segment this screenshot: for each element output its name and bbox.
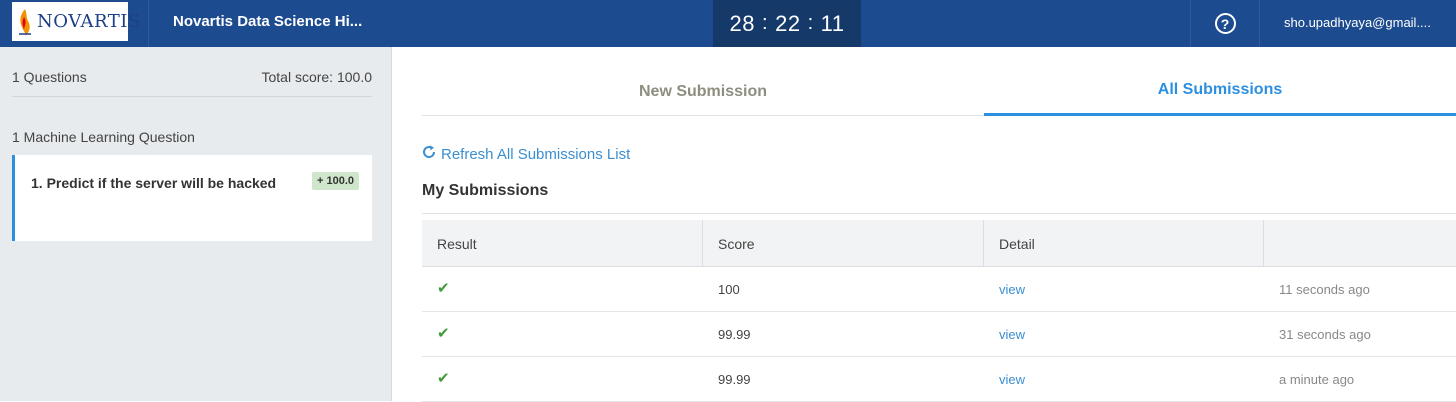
section-title: My Submissions [422, 182, 549, 199]
score-badge: + 100.0 [312, 172, 360, 190]
contest-title[interactable]: Novartis Data Science Hi... [173, 13, 362, 30]
timer-separator: : [807, 12, 814, 34]
table-header: Result Score Detail [422, 220, 1456, 267]
question-count: 1 Questions [12, 69, 87, 85]
sidebar-divider [12, 96, 372, 97]
table-row: ✔ 99.99 view 31 seconds ago [422, 312, 1456, 357]
logo-text: NOVARTIS [37, 11, 141, 32]
timer-minutes: 22 [775, 10, 801, 36]
checkmark-icon: ✔ [437, 324, 450, 342]
timer-seconds: 11 [820, 10, 845, 36]
flame-icon [16, 7, 34, 37]
detail-cell: view [984, 267, 1264, 312]
section-divider [422, 213, 1456, 214]
timer-hours: 28 [729, 10, 756, 36]
question-title: 1. Predict if the server will be hacked [31, 175, 277, 191]
detail-cell: view [984, 312, 1264, 357]
time-cell: a minute ago [1279, 372, 1355, 387]
score-cell: 99.99 [718, 327, 751, 342]
score-cell: 99.99 [718, 372, 751, 387]
result-cell: ✔ [422, 267, 703, 312]
column-header-time [1264, 220, 1456, 267]
tab-new-submission[interactable]: New Submission [422, 68, 984, 116]
submission-tabs: New Submission All Submissions [422, 68, 1456, 116]
column-header-detail: Detail [984, 220, 1264, 267]
score-cell: 100 [718, 282, 740, 297]
submissions-table: Result Score Detail ✔ 100 view 11 second… [422, 220, 1456, 402]
countdown-timer: 28 : 22 : 11 [713, 0, 861, 47]
refresh-icon [422, 145, 436, 159]
tab-all-submissions[interactable]: All Submissions [984, 68, 1456, 116]
section-label: 1 Machine Learning Question [12, 129, 195, 145]
question-item[interactable]: 1. Predict if the server will be hacked … [12, 155, 372, 241]
novartis-logo[interactable]: NOVARTIS [12, 2, 140, 41]
view-link[interactable]: view [999, 372, 1025, 387]
timer-separator: : [762, 12, 769, 34]
time-cell: 31 seconds ago [1279, 327, 1371, 342]
column-header-score: Score [703, 220, 984, 267]
detail-cell: view [984, 357, 1264, 402]
checkmark-icon: ✔ [437, 369, 450, 387]
refresh-label: Refresh All Submissions List [441, 146, 631, 163]
view-link[interactable]: view [999, 327, 1025, 342]
question-sidebar: 1 Questions Total score: 100.0 1 Machine… [0, 47, 392, 401]
question-mark-icon: ? [1214, 13, 1236, 34]
user-menu[interactable]: sho.upadhyaya@gmail.... [1284, 15, 1431, 30]
sidebar-summary: 1 Questions Total score: 100.0 [12, 69, 372, 85]
time-cell: 11 seconds ago [1279, 282, 1370, 297]
help-button[interactable]: ? [1191, 0, 1259, 47]
header-divider [1259, 0, 1260, 47]
total-score: Total score: 100.0 [261, 69, 372, 85]
checkmark-icon: ✔ [437, 279, 450, 297]
result-cell: ✔ [422, 312, 703, 357]
header-divider [148, 0, 149, 47]
column-header-result: Result [422, 220, 703, 267]
view-link[interactable]: view [999, 282, 1025, 297]
table-row: ✔ 99.99 view a minute ago [422, 357, 1456, 402]
table-row: ✔ 100 view 11 seconds ago [422, 267, 1456, 312]
refresh-submissions-link[interactable]: Refresh All Submissions List [422, 145, 631, 163]
top-header: NOVARTIS Novartis Data Science Hi... 28 … [0, 0, 1456, 47]
result-cell: ✔ [422, 357, 703, 402]
